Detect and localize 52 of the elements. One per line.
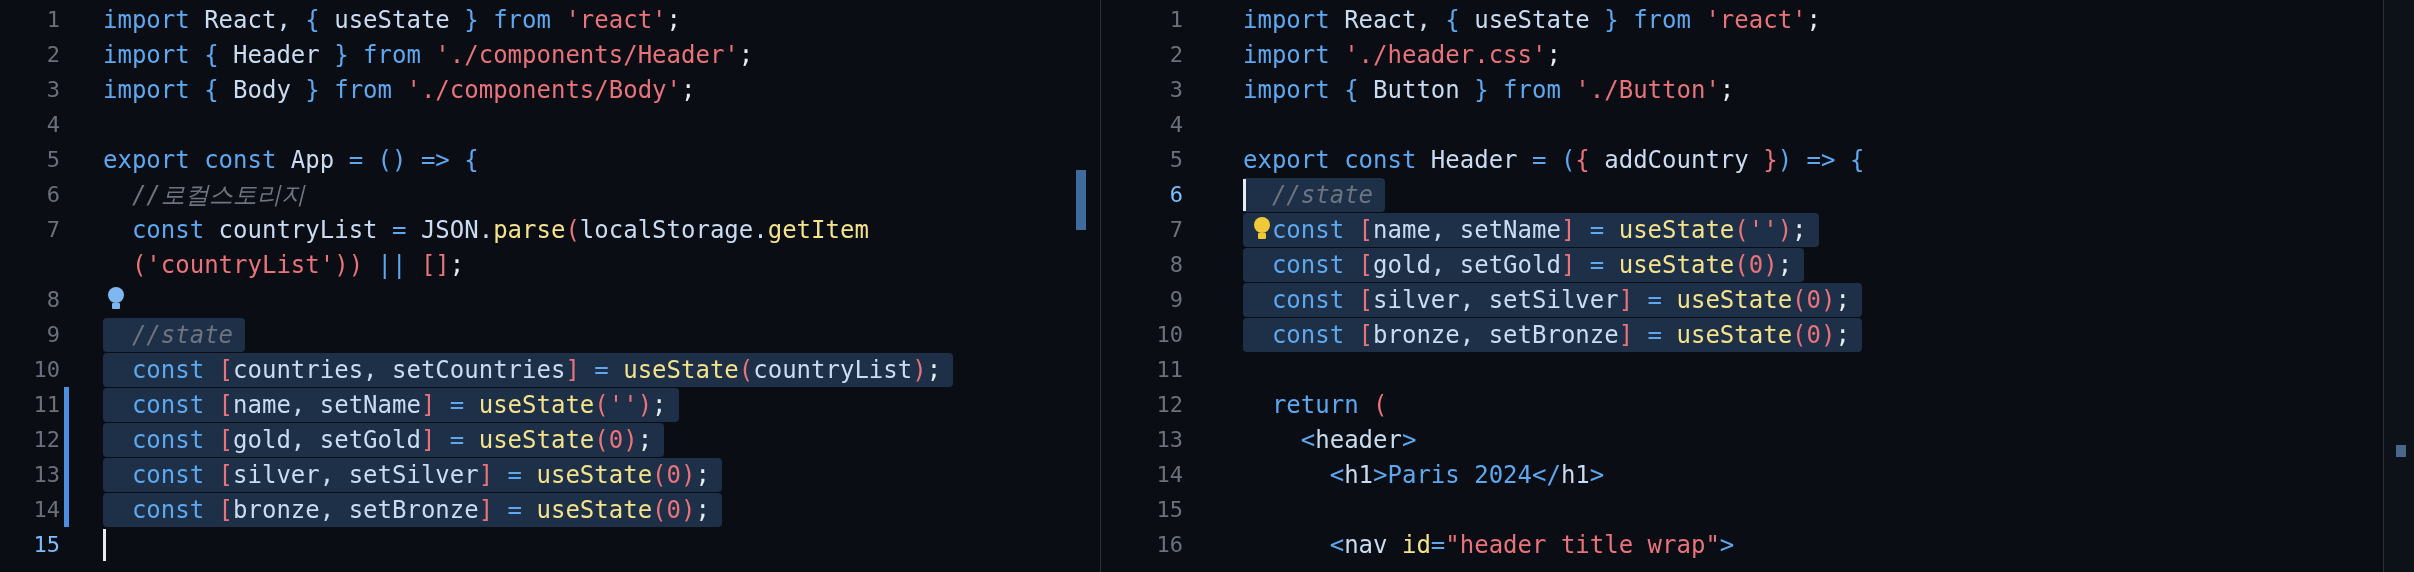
- line-number: 13: [33, 462, 60, 487]
- lightbulb-icon[interactable]: [1251, 216, 1273, 242]
- line-number: 12: [1156, 392, 1183, 417]
- code-line: export const App = () => {: [103, 144, 480, 176]
- code-line: import React, { useState } from 'react';: [1243, 4, 1822, 36]
- line-number: 3: [1169, 77, 1183, 102]
- line-number: 10: [1156, 322, 1183, 347]
- line-number: 13: [1156, 427, 1183, 452]
- line-number: 7: [1169, 217, 1183, 242]
- line-number: 5: [46, 147, 60, 172]
- line-number: 2: [46, 42, 60, 67]
- code-line: import { Button } from './Button';: [1243, 74, 1736, 106]
- line-number: 9: [46, 322, 60, 347]
- line-number: 4: [46, 112, 60, 137]
- line-number: 12: [33, 427, 60, 452]
- line-number: 4: [1169, 112, 1183, 137]
- code-line: import './header.css';: [1243, 39, 1562, 71]
- lightbulb-icon[interactable]: [105, 286, 127, 312]
- code-line: import React, { useState } from 'react';: [103, 4, 682, 36]
- line-number: 6: [46, 182, 60, 207]
- line-number: 11: [1156, 357, 1183, 382]
- line-number: 7: [46, 217, 60, 242]
- line-number: 5: [1169, 147, 1183, 172]
- line-number: 6: [1169, 182, 1183, 207]
- text-cursor: [1243, 179, 1246, 211]
- code-line: const countryList = JSON.parse(localStorage.getItem: [130, 214, 870, 246]
- code-line: <nav id="header title wrap">: [1328, 529, 1736, 561]
- line-number: 14: [33, 497, 60, 522]
- code-line: ('countryList')) || [];: [130, 249, 466, 281]
- scroll-marker: [1076, 170, 1086, 230]
- line-number: 8: [1169, 252, 1183, 277]
- code-line: import { Header } from './components/Header';: [103, 39, 755, 71]
- line-number: 10: [33, 357, 60, 382]
- code-line: <header>: [1299, 424, 1418, 456]
- line-number: 9: [1169, 287, 1183, 312]
- line-number: 1: [46, 7, 60, 32]
- code-line: export const Header = ({ addCountry }) => {: [1243, 144, 1866, 176]
- line-number: 15: [1156, 497, 1183, 522]
- line-number: 11: [33, 392, 60, 417]
- line-number: 8: [46, 287, 60, 312]
- scrollbar[interactable]: [2383, 0, 2414, 572]
- text-cursor: [103, 529, 106, 561]
- line-number: 2: [1169, 42, 1183, 67]
- code-line: <h1>Paris 2024</h1>: [1328, 459, 1606, 491]
- line-number: 3: [46, 77, 60, 102]
- code-line: //로컬스토리지: [130, 179, 307, 211]
- code-line: return (: [1270, 389, 1389, 421]
- line-number: 16: [1156, 532, 1183, 557]
- code-line: import { Body } from './components/Body';: [103, 74, 697, 106]
- line-number: 14: [1156, 462, 1183, 487]
- line-number: 15: [33, 532, 60, 557]
- line-number: 1: [1169, 7, 1183, 32]
